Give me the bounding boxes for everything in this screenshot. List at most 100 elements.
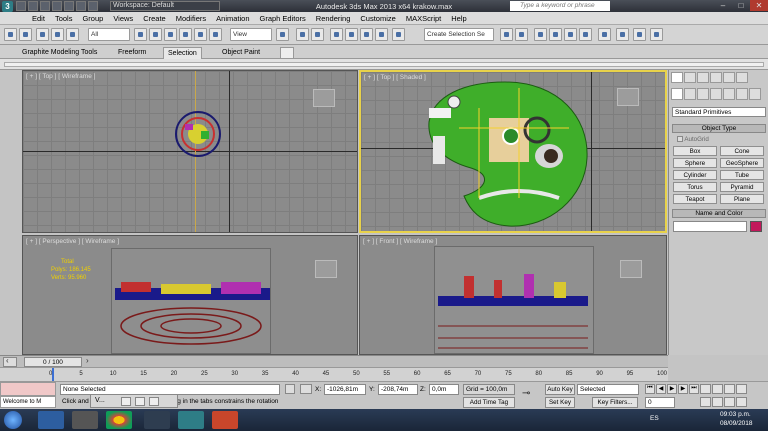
menu-rendering[interactable]: Rendering xyxy=(316,14,351,23)
teapot-button[interactable]: Teapot xyxy=(673,194,717,204)
window-restore-icon[interactable] xyxy=(135,397,145,406)
torus-button[interactable]: Torus xyxy=(673,182,717,192)
powerpoint-icon[interactable] xyxy=(212,411,238,429)
absolute-mode-icon[interactable] xyxy=(300,384,312,394)
viewport-perspective-wireframe[interactable]: Total Polys: 186.145 Verts: 95.960 [ + ]… xyxy=(22,235,358,355)
3ds-max-icon[interactable] xyxy=(178,411,204,429)
primitive-category-dropdown[interactable]: Standard Primitives xyxy=(672,107,766,117)
viewcube[interactable] xyxy=(315,260,337,278)
clock-time[interactable]: 09:03 p.m. xyxy=(720,411,751,418)
menu-edit[interactable]: Edit xyxy=(32,14,45,23)
set-key-button[interactable]: Set Key xyxy=(545,397,575,408)
viewport-top-wireframe[interactable]: [ + ] [ Top ] [ Wireframe ] xyxy=(22,70,358,233)
named-selection-set-dropdown[interactable]: Create Selection Se xyxy=(424,28,494,41)
maxscript-listener-field[interactable]: Welcome to M xyxy=(0,396,56,408)
motion-tab-icon[interactable] xyxy=(710,72,722,83)
menu-modifiers[interactable]: Modifiers xyxy=(176,14,206,23)
pivot-center-icon[interactable] xyxy=(276,28,289,41)
go-to-end-icon[interactable]: ⏭ xyxy=(689,384,699,394)
play-icon[interactable]: ▶ xyxy=(667,384,677,394)
maxscript-listener-pink[interactable] xyxy=(0,382,56,396)
floating-window[interactable]: V... xyxy=(90,394,178,408)
orbit-icon[interactable] xyxy=(724,397,735,407)
curve-editor-icon[interactable] xyxy=(564,28,577,41)
set-key-icon[interactable]: ⊸ xyxy=(522,388,538,402)
fov-icon[interactable] xyxy=(700,397,711,407)
next-frame-icon[interactable]: › xyxy=(86,356,96,367)
maximize-viewport-icon[interactable] xyxy=(736,397,747,407)
space-warps-icon[interactable] xyxy=(736,88,748,100)
autogrid-checkbox[interactable]: AutoGrid xyxy=(677,136,709,143)
start-button-icon[interactable] xyxy=(4,411,22,429)
schematic-view-icon[interactable] xyxy=(579,28,592,41)
tray-icons[interactable] xyxy=(670,415,710,425)
menu-graph-editors[interactable]: Graph Editors xyxy=(260,14,306,23)
spinner-snap-icon[interactable] xyxy=(375,28,388,41)
go-to-start-icon[interactable]: ⏮ xyxy=(645,384,655,394)
pan-icon[interactable] xyxy=(712,397,723,407)
edit-named-selection-icon[interactable] xyxy=(392,28,405,41)
render-setup-icon[interactable] xyxy=(616,28,629,41)
tab-freeform[interactable]: Freeform xyxy=(114,47,150,59)
helpers-icon[interactable] xyxy=(723,88,735,100)
menu-maxscript[interactable]: MAXScript xyxy=(406,14,441,23)
rotate-icon[interactable] xyxy=(194,28,207,41)
cylinder-button[interactable]: Cylinder xyxy=(673,170,717,180)
auto-key-button[interactable]: Auto Key xyxy=(545,384,575,395)
zoom-extents-icon[interactable] xyxy=(724,384,735,394)
prev-key-icon[interactable]: ◀ xyxy=(656,384,666,394)
key-mode-dropdown[interactable]: Selected xyxy=(577,384,639,395)
menu-animation[interactable]: Animation xyxy=(216,14,249,23)
scale-icon[interactable] xyxy=(209,28,222,41)
bind-space-warp-icon[interactable] xyxy=(66,28,79,41)
viewport-label[interactable]: [ + ] [ Top ] [ Shaded ] xyxy=(364,74,426,81)
lights-icon[interactable] xyxy=(697,88,709,100)
maximize-button[interactable]: □ xyxy=(732,0,750,11)
select-by-name-icon[interactable] xyxy=(149,28,162,41)
layer-manager-icon[interactable] xyxy=(534,28,547,41)
viewcube[interactable] xyxy=(617,88,639,106)
box-button[interactable]: Box xyxy=(673,146,717,156)
keyboard-shortcut-icon[interactable] xyxy=(311,28,324,41)
minimize-button[interactable]: – xyxy=(714,0,732,11)
link-icon[interactable] xyxy=(36,28,49,41)
material-editor-icon[interactable] xyxy=(598,28,611,41)
graphite-toggle-icon[interactable] xyxy=(549,28,562,41)
viewport-top-shaded[interactable]: [ + ] [ Top ] [ Shaded ] xyxy=(359,70,667,233)
tab-selection[interactable]: Selection xyxy=(163,47,202,59)
tab-object-paint[interactable]: Object Paint xyxy=(218,47,264,59)
redo-icon[interactable] xyxy=(19,28,32,41)
key-filters-button[interactable]: Key Filters... xyxy=(592,397,638,408)
select-manipulate-icon[interactable] xyxy=(296,28,309,41)
viewport-label[interactable]: [ + ] [ Top ] [ Wireframe ] xyxy=(26,73,95,80)
align-icon[interactable] xyxy=(515,28,528,41)
geosphere-button[interactable]: GeoSphere xyxy=(720,158,764,168)
menu-tools[interactable]: Tools xyxy=(55,14,73,23)
create-tab-icon[interactable] xyxy=(671,72,683,83)
zoom-extents-all-icon[interactable] xyxy=(736,384,747,394)
tube-button[interactable]: Tube xyxy=(720,170,764,180)
selection-region-icon[interactable] xyxy=(164,28,177,41)
shapes-icon[interactable] xyxy=(684,88,696,100)
clock-date[interactable]: 08/09/2018 xyxy=(720,420,753,427)
ribbon-options-icon[interactable] xyxy=(280,47,294,59)
render-production-icon[interactable] xyxy=(650,28,663,41)
unlink-icon[interactable] xyxy=(51,28,64,41)
viewcube[interactable] xyxy=(620,260,642,278)
undo-icon[interactable] xyxy=(4,28,17,41)
current-frame-field[interactable]: 0 xyxy=(645,397,675,408)
move-icon[interactable] xyxy=(179,28,192,41)
reference-coord-dropdown[interactable]: View xyxy=(230,28,272,41)
menu-views[interactable]: Views xyxy=(113,14,133,23)
viewport-front-wireframe[interactable]: [ + ] [ Front ] [ Wireframe ] xyxy=(359,235,667,355)
time-slider[interactable]: 0 / 100 xyxy=(24,357,82,367)
hierarchy-tab-icon[interactable] xyxy=(697,72,709,83)
systems-icon[interactable] xyxy=(749,88,761,100)
mirror-icon[interactable] xyxy=(500,28,513,41)
object-color-swatch[interactable] xyxy=(750,221,762,232)
modify-tab-icon[interactable] xyxy=(684,72,696,83)
word-icon[interactable] xyxy=(144,411,170,429)
object-name-field[interactable] xyxy=(673,221,747,232)
name-and-color-rollout[interactable]: Name and Color xyxy=(672,209,766,218)
percent-snap-icon[interactable] xyxy=(360,28,373,41)
